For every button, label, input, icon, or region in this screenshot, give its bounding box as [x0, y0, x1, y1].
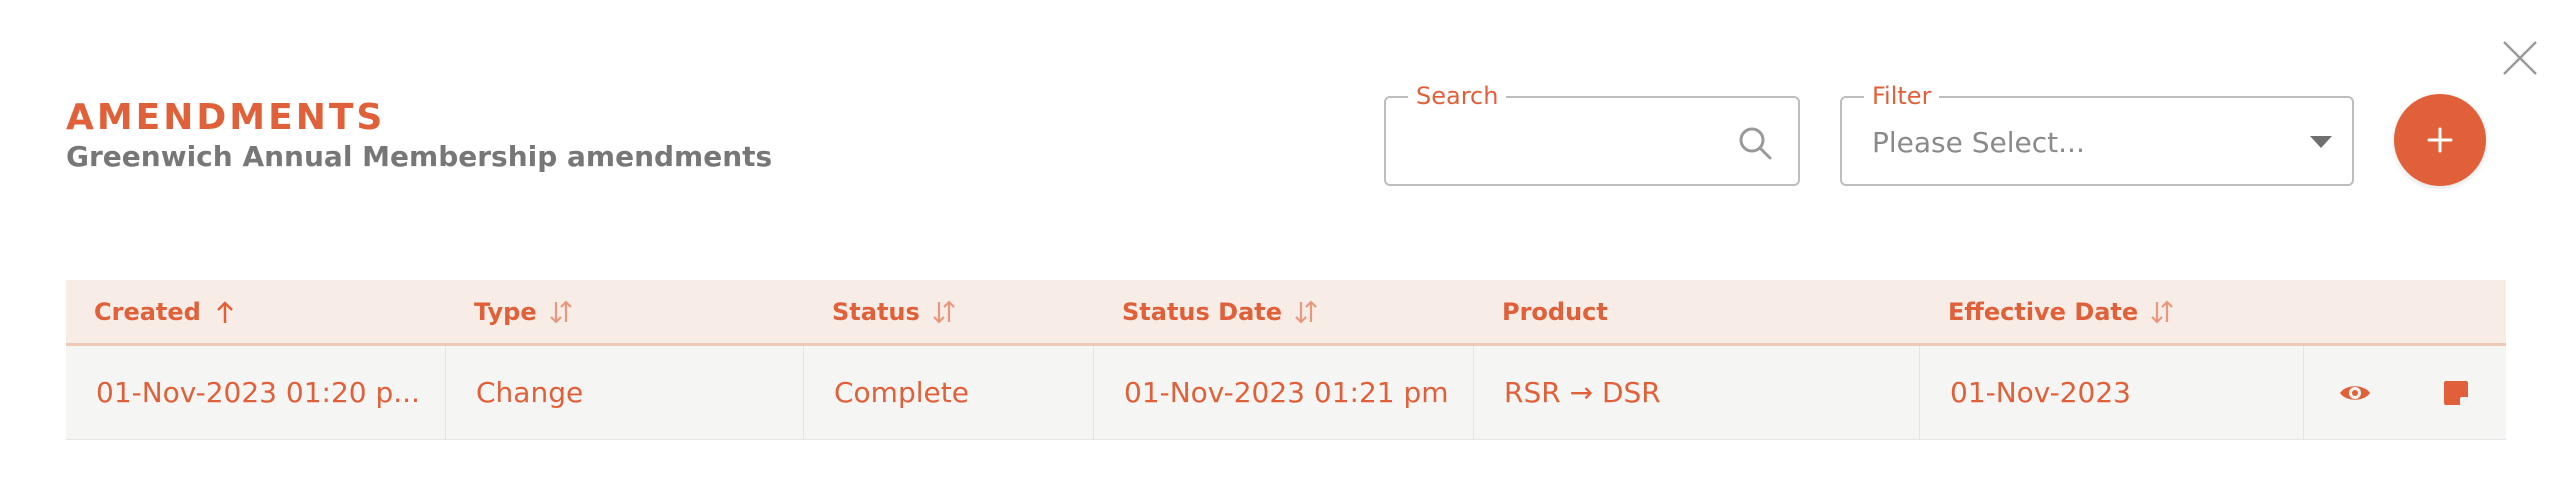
column-header-status-date[interactable]: Status Date	[1094, 280, 1474, 343]
chevron-down-icon	[2310, 136, 2332, 148]
search-icon[interactable]	[1736, 124, 1774, 162]
cell-status: Complete	[804, 346, 1094, 439]
filter-selected-value: Please Select...	[1872, 126, 2085, 159]
sort-icon	[933, 299, 955, 324]
eye-icon[interactable]	[2337, 375, 2373, 411]
column-label: Created	[94, 297, 201, 326]
cell-product: RSR → DSR	[1474, 346, 1920, 439]
column-header-product: Product	[1474, 280, 1920, 343]
table-row[interactable]: 01-Nov-2023 01:20 p... Change Complete 0…	[66, 346, 2506, 440]
column-label: Status	[832, 297, 920, 326]
sort-ascending-icon	[216, 300, 233, 323]
sort-icon	[549, 299, 572, 324]
page-subtitle: Greenwich Annual Membership amendments	[66, 140, 773, 173]
search-label: Search	[1408, 83, 1507, 109]
column-header-created[interactable]: Created	[66, 280, 446, 343]
cell-type: Change	[446, 346, 804, 439]
amendments-table: Created Type Status Status Date Product …	[66, 280, 2506, 440]
column-header-status[interactable]: Status	[804, 280, 1094, 343]
column-header-type[interactable]: Type	[446, 280, 804, 343]
add-amendment-button[interactable]	[2394, 94, 2486, 186]
column-label: Status Date	[1122, 297, 1283, 326]
column-label: Product	[1502, 297, 1608, 326]
filter-select[interactable]: Filter Please Select...	[1840, 83, 2354, 186]
plus-icon	[2427, 127, 2453, 153]
cell-status-date: 01-Nov-2023 01:21 pm	[1094, 346, 1474, 439]
note-icon[interactable]	[2438, 375, 2474, 411]
search-input[interactable]	[1410, 120, 1730, 164]
page-header: AMENDMENTS Greenwich Annual Membership a…	[66, 98, 772, 174]
cell-actions	[2304, 346, 2506, 439]
close-button[interactable]	[2500, 38, 2540, 78]
column-header-effective-date[interactable]: Effective Date	[1920, 280, 2304, 343]
close-icon	[2503, 41, 2537, 75]
search-field[interactable]: Search	[1384, 83, 1800, 186]
filter-label: Filter	[1864, 83, 1940, 109]
sort-icon	[1295, 299, 1317, 324]
column-label: Type	[474, 297, 537, 326]
cell-effective-date: 01-Nov-2023	[1920, 346, 2304, 439]
column-header-actions	[2304, 280, 2506, 343]
column-label: Effective Date	[1948, 297, 2139, 326]
page-title: AMENDMENTS	[66, 97, 386, 138]
sort-icon	[2151, 299, 2173, 324]
table-header: Created Type Status Status Date Product …	[66, 280, 2506, 346]
cell-created: 01-Nov-2023 01:20 p...	[66, 346, 446, 439]
